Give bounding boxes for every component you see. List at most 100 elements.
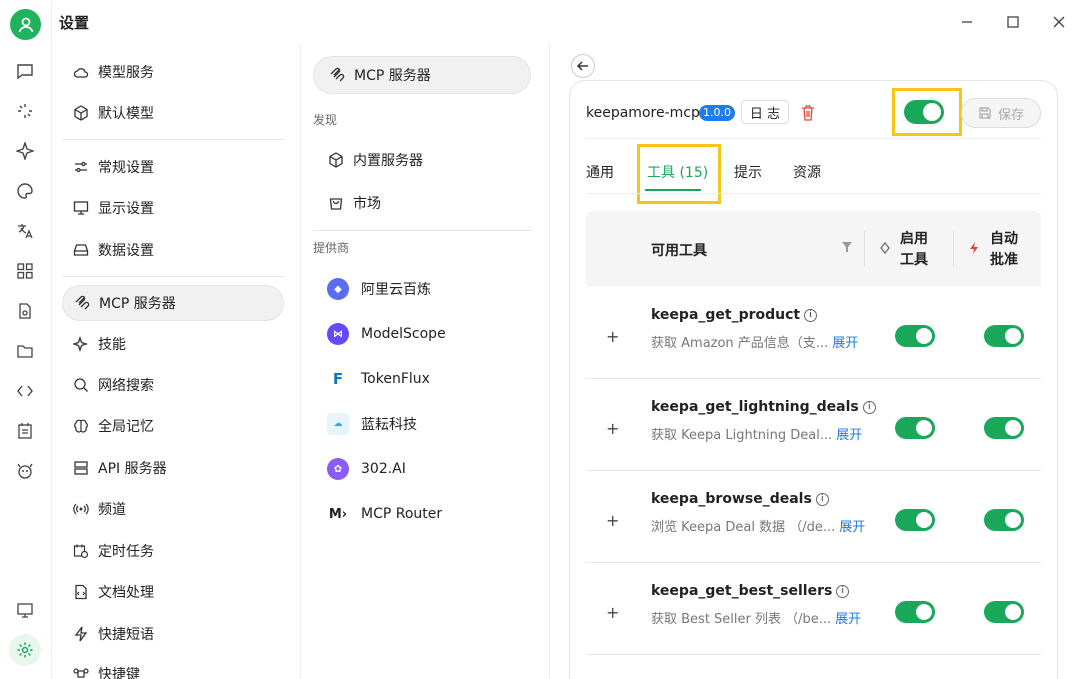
code-icon[interactable] [14, 380, 36, 402]
agents-icon[interactable] [14, 100, 36, 122]
sidebar-item-skills[interactable]: 技能 [62, 326, 284, 362]
document-icon [72, 583, 90, 601]
expand-row-icon[interactable]: + [606, 419, 619, 438]
expand-link[interactable]: 展开 [832, 336, 858, 351]
expand-link[interactable]: 展开 [835, 612, 861, 627]
info-icon[interactable]: i [815, 492, 829, 506]
expand-link[interactable]: 展开 [839, 520, 865, 535]
provider-item[interactable]: ✿ 302.AI [327, 457, 406, 481]
version-badge: 1.0.0 [699, 105, 735, 121]
chat-icon[interactable] [14, 60, 36, 82]
modelscope-logo-icon: ⋈ [327, 323, 349, 345]
tool-enable-toggle[interactable] [895, 417, 935, 439]
tool-enable-toggle[interactable] [895, 509, 935, 531]
mcp-icon [73, 294, 91, 312]
sidebar-item-api-server[interactable]: API 服务器 [62, 450, 284, 486]
sparkle-icon [72, 335, 90, 353]
folder-icon[interactable] [14, 340, 36, 362]
sidebar-item-quick-phrases[interactable]: 快捷短语 [62, 616, 284, 652]
tool-name: keepa_browse_deals i [651, 491, 829, 507]
broadcast-icon [72, 500, 90, 518]
tab-prompts[interactable]: 提示 [734, 162, 762, 182]
sidebar-item-label: 频道 [98, 502, 126, 518]
log-button[interactable]: 日 志 [741, 100, 789, 124]
avatar-icon[interactable] [10, 9, 41, 40]
back-arrow-icon[interactable] [571, 54, 595, 78]
sidebar-item-general[interactable]: 常规设置 [62, 149, 284, 185]
302ai-logo-icon: ✿ [327, 458, 349, 480]
provider-item[interactable]: F TokenFlux [327, 367, 430, 391]
expand-link[interactable]: 展开 [836, 428, 862, 443]
col-auto-line2: 批准 [990, 252, 1018, 268]
sidebar-item-display[interactable]: 显示设置 [62, 190, 284, 226]
sidebar-item-model-service[interactable]: 模型服务 [62, 54, 284, 90]
tab-resources[interactable]: 资源 [793, 162, 821, 182]
builtin-servers-item[interactable]: 内置服务器 [313, 141, 531, 179]
close-icon[interactable] [1047, 10, 1071, 34]
brain-icon [72, 417, 90, 435]
apps-icon[interactable] [14, 260, 36, 282]
auto-approve-toggle[interactable] [984, 417, 1024, 439]
auto-approve-toggle[interactable] [984, 601, 1024, 623]
settings-icon[interactable] [9, 634, 41, 666]
sparkle-icon[interactable] [14, 140, 36, 162]
sidebar-item-scheduled-tasks[interactable]: 定时任务 [62, 533, 284, 569]
minimize-icon[interactable] [955, 10, 979, 34]
auto-approve-toggle[interactable] [984, 509, 1024, 531]
sidebar-item-default-model[interactable]: 默认模型 [62, 95, 284, 131]
settings-sidebar: 模型服务 默认模型 常规设置 显示设置 数据设置 MCP 服务器 技能 网络搜索… [52, 44, 301, 679]
providers-section-label: 提供商 [313, 241, 350, 255]
sidebar-item-channels[interactable]: 频道 [62, 491, 284, 527]
info-icon[interactable]: i [836, 584, 850, 598]
tool-description: 获取 Keepa Lightning Deal... 展开 [651, 424, 862, 443]
sidebar-item-mcp[interactable]: MCP 服务器 [62, 285, 284, 321]
sidebar-item-shortcuts[interactable]: 快捷键 [62, 656, 284, 679]
mcp-servers-tab[interactable]: MCP 服务器 [313, 56, 531, 94]
discover-section-label: 发现 [313, 113, 338, 127]
sidebar-item-documents[interactable]: 文档处理 [62, 574, 284, 610]
sidebar-item-web-search[interactable]: 网络搜索 [62, 367, 284, 403]
divider [313, 230, 532, 231]
provider-item[interactable]: ⋈ ModelScope [327, 322, 446, 346]
tab-tools[interactable]: 工具 (15) [647, 162, 708, 182]
sidebar-item-label: API 服务器 [98, 461, 167, 477]
column-divider [953, 231, 954, 267]
tool-description-text: 获取 Best Seller 列表 （/be... [651, 612, 832, 627]
delete-icon[interactable] [801, 105, 817, 121]
translate-icon[interactable] [14, 220, 36, 242]
expand-row-icon[interactable]: + [606, 511, 619, 530]
lanyun-logo-icon: ☁ [327, 413, 349, 435]
expand-row-icon[interactable]: + [606, 327, 619, 346]
sidebar-item-label: 快捷键 [98, 667, 140, 679]
provider-item[interactable]: ◆ 阿里云百炼 [327, 277, 431, 301]
provider-item[interactable]: M› MCP Router [327, 502, 442, 526]
auto-approve-toggle[interactable] [984, 325, 1024, 347]
sliders-icon [72, 158, 90, 176]
monitor-icon[interactable] [14, 599, 36, 621]
lightning-icon [969, 242, 979, 258]
save-button[interactable]: 保存 [961, 98, 1041, 128]
tool-enable-toggle[interactable] [895, 325, 935, 347]
expand-row-icon[interactable]: + [606, 603, 619, 622]
sidebar-item-data[interactable]: 数据设置 [62, 232, 284, 268]
mascot-icon[interactable] [14, 460, 36, 482]
sidebar-item-memory[interactable]: 全局记忆 [62, 408, 284, 444]
tool-description: 浏览 Keepa Deal 数据 （/de... 展开 [651, 516, 865, 535]
palette-icon[interactable] [14, 180, 36, 202]
provider-item[interactable]: ☁ 蓝耘科技 [327, 412, 417, 436]
tab-general[interactable]: 通用 [586, 162, 614, 182]
files-icon[interactable] [14, 300, 36, 322]
server-icon [72, 459, 90, 477]
server-enable-toggle[interactable] [904, 100, 944, 124]
filter-icon[interactable] [841, 241, 853, 257]
tool-name-text: keepa_get_product [651, 307, 801, 323]
notes-icon[interactable] [14, 420, 36, 442]
sidebar-item-label: 数据设置 [98, 243, 154, 259]
maximize-icon[interactable] [1001, 10, 1025, 34]
provider-name: TokenFlux [361, 371, 430, 387]
info-icon[interactable]: i [862, 400, 876, 414]
tool-enable-toggle[interactable] [895, 601, 935, 623]
market-item[interactable]: 市场 [313, 184, 531, 222]
info-icon[interactable]: i [804, 308, 818, 322]
tool-description: 获取 Amazon 产品信息（支... 展开 [651, 332, 858, 351]
